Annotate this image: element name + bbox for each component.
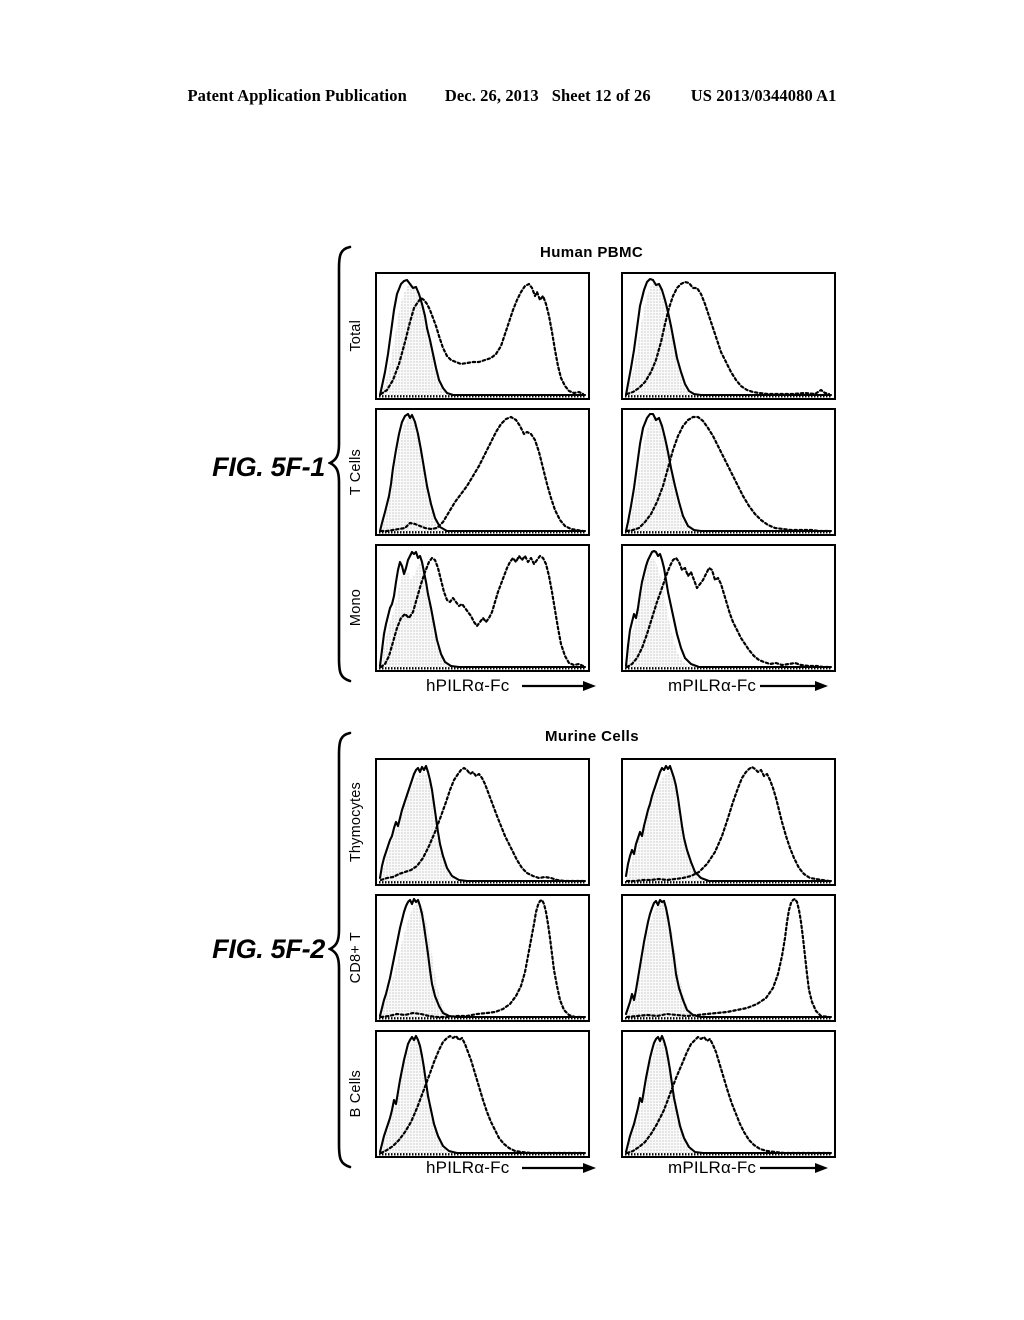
histogram-panel-bcells-mpilra [621, 1030, 836, 1158]
x-axis-label-mpilra-fc-2: mPILRα-Fc [668, 1158, 829, 1178]
row-label-wrap: Mono [348, 544, 374, 672]
row-label-wrap: Total [348, 272, 374, 400]
histogram-panel-cd8t-mpilra [621, 894, 836, 1022]
x-axis-text: hPILRα-Fc [426, 676, 510, 695]
row-label-t-cells: T Cells [348, 448, 364, 496]
figure-5f-2-label: FIG. 5F-2 [212, 934, 325, 964]
x-axis-text: mPILRα-Fc [668, 676, 757, 695]
axis-row-5f-1: hPILRα-Fc mPILRα-Fc [348, 676, 908, 710]
row-label-cd8-t: CD8+ T [348, 932, 364, 984]
x-axis-text: mPILRα-Fc [668, 1158, 757, 1177]
row-label-wrap: B Cells [348, 1030, 374, 1158]
column-title-murine-cells: Murine Cells [545, 728, 639, 745]
histogram-panel-mono-mpilra [621, 544, 836, 672]
right-arrow-icon [760, 1163, 829, 1173]
histogram-panel-total-mpilra [621, 272, 836, 400]
publication-date: Dec. 26, 2013 [444, 86, 539, 105]
row-label-b-cells: B Cells [348, 1070, 364, 1118]
histogram-panel-thymocytes-mpilra [621, 758, 836, 886]
row-label-mono: Mono [348, 589, 364, 627]
publication-label: Patent Application Publication [187, 86, 407, 105]
histogram-panel-thymocytes-hpilra [375, 758, 590, 886]
right-arrow-icon [522, 1163, 597, 1173]
right-arrow-icon [522, 681, 597, 691]
column-title-human-pbmc: Human PBMC [540, 244, 644, 261]
x-axis-label-hpilra-fc-1: hPILRα-Fc [426, 676, 597, 696]
row-label-wrap: Thymocytes [348, 758, 374, 886]
histogram-panel-tcells-hpilra [375, 408, 590, 536]
x-axis-label-mpilra-fc-1: mPILRα-Fc [668, 676, 829, 696]
row-label-wrap: CD8+ T [348, 894, 374, 1022]
figure-5f-1-label: FIG. 5F-1 [212, 452, 325, 482]
row-label-total: Total [348, 320, 364, 352]
right-arrow-icon [760, 681, 829, 691]
histogram-panel-total-hpilra [375, 272, 590, 400]
histogram-panel-mono-hpilra [375, 544, 590, 672]
x-axis-label-hpilra-fc-2: hPILRα-Fc [426, 1158, 597, 1178]
row-label-thymocytes: Thymocytes [348, 781, 364, 863]
row-label-wrap: T Cells [348, 408, 374, 536]
x-axis-text: hPILRα-Fc [426, 1158, 510, 1177]
histogram-panel-tcells-mpilra [621, 408, 836, 536]
histogram-panel-cd8t-hpilra [375, 894, 590, 1022]
patent-number: US 2013/0344080 A1 [690, 86, 837, 105]
axis-row-5f-2: hPILRα-Fc mPILRα-Fc [348, 1158, 908, 1192]
histogram-panel-bcells-hpilra [375, 1030, 590, 1158]
sheet-number: Sheet 12 of 26 [551, 86, 651, 105]
patent-header: Patent Application Publication Dec. 26, … [0, 86, 1024, 106]
